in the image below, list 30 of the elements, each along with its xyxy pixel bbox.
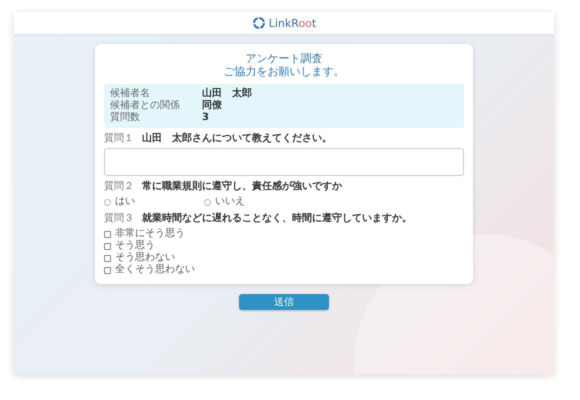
- option-label: 全くそう思わない: [115, 264, 195, 276]
- question-number: 質問２: [104, 181, 134, 193]
- question-text: 就業時間などに遅れることなく、時間に遵守していますか。: [142, 213, 412, 225]
- logo-text: LinkRoot: [268, 16, 316, 30]
- survey-title: アンケート調査: [244, 52, 324, 65]
- question-text: 常に職業規則に遵守し、責任感が強いですか: [142, 181, 342, 193]
- logo-icon: [252, 16, 266, 30]
- checkbox[interactable]: [104, 266, 111, 274]
- survey-title: ご協力をお願いします。: [222, 65, 346, 78]
- option-label: そう思わない: [115, 252, 175, 264]
- info-label: 候補者との関係: [110, 100, 181, 112]
- question-number: 質問３: [104, 213, 134, 225]
- checkbox[interactable]: [104, 242, 111, 250]
- info-label: 質問数: [110, 112, 141, 124]
- info-value: 3: [202, 112, 209, 124]
- info-value: 山田 太郎: [202, 88, 252, 100]
- radio-button[interactable]: [104, 198, 111, 206]
- radio-button[interactable]: [204, 198, 211, 206]
- option-label: はい: [115, 196, 135, 208]
- question-number: 質問１: [104, 133, 134, 145]
- checkbox[interactable]: [104, 230, 111, 238]
- info-value: 同僚: [202, 100, 222, 112]
- question-text: 山田 太郎さんについて教えてください。: [142, 133, 332, 145]
- info-label: 候補者名: [110, 88, 151, 100]
- option-label: そう思う: [115, 240, 155, 252]
- answer-field[interactable]: [104, 148, 464, 176]
- checkbox[interactable]: [104, 254, 111, 262]
- option-label: いいえ: [215, 196, 245, 208]
- submit-button[interactable]: 送信: [239, 294, 329, 310]
- option-label: 非常にそう思う: [115, 228, 185, 240]
